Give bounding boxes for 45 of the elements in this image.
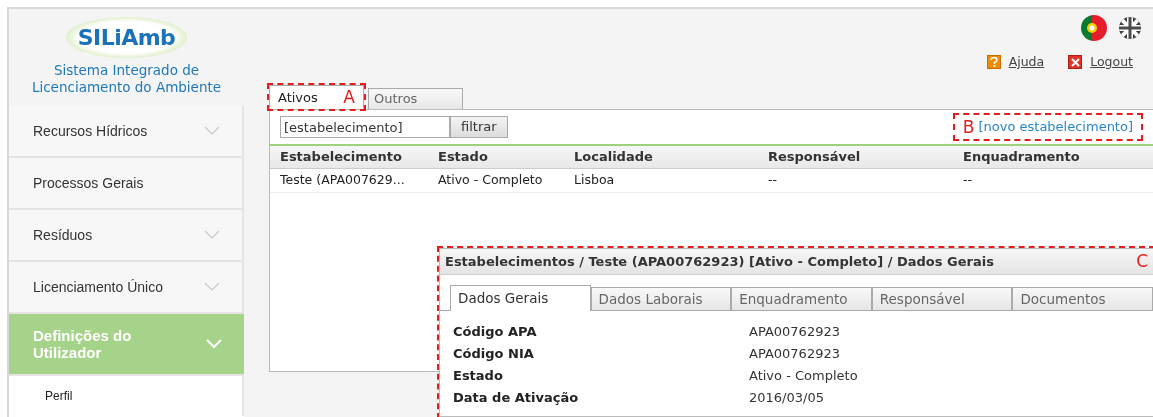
field-label: Código NIA	[453, 345, 535, 364]
tab[interactable]: Documentos	[1012, 287, 1153, 310]
tab[interactable]: Dados Laborais	[590, 287, 732, 310]
new-establishment-link[interactable]: [novo estabelecimento]	[978, 117, 1133, 137]
tab[interactable]: Enquadramento	[731, 287, 872, 310]
column-header: Responsável	[768, 148, 862, 167]
sidebar-item[interactable]: Processos Gerais	[9, 158, 244, 210]
table-cell-text: Ativo - Completo	[438, 171, 544, 190]
field-value: 2016/03/05	[749, 389, 825, 408]
annotation-label: A	[343, 89, 355, 106]
sidebar-item[interactable]: Licenciamento Único	[9, 262, 244, 314]
field-label: Data de Ativação	[453, 389, 580, 408]
tab[interactable]: Ativos A	[269, 85, 364, 109]
table-cell-text: Lisboa	[574, 171, 616, 190]
sidebar-item[interactable]: Resíduos	[9, 210, 244, 262]
annotation-label: B	[962, 118, 975, 136]
column-header: Localidade	[574, 148, 654, 167]
field-value: APA00762923	[749, 323, 841, 342]
portugal-flag-icon[interactable]	[1081, 15, 1107, 41]
field-label: Estado	[453, 367, 504, 386]
close-icon	[1068, 55, 1083, 70]
filter-button[interactable]: filtrar	[450, 116, 508, 138]
logo: SILiAmb	[65, 17, 188, 58]
help-icon	[986, 55, 1001, 70]
table-cell-text: --	[768, 171, 779, 190]
annotation-label: C	[1136, 253, 1148, 270]
field-label: Código APA	[453, 323, 538, 342]
tab[interactable]: Responsável	[871, 287, 1013, 310]
column-header: Estabelecimento	[280, 148, 403, 167]
column-header: Enquadramento	[963, 148, 1081, 167]
sidebar-item[interactable]: Recursos Hídricos	[9, 106, 244, 158]
sidebar-subitem[interactable]: Perfil	[9, 376, 244, 416]
column-header: Estado	[438, 148, 489, 167]
help-link[interactable]: Ajuda	[986, 53, 1045, 72]
tab[interactable]: Outros	[368, 88, 463, 109]
table-cell-text: Teste (APA007629...	[280, 171, 406, 190]
field-value: Ativo - Completo	[749, 367, 859, 386]
logout-link[interactable]: Logout	[1068, 53, 1133, 72]
logo-subtitle: Sistema Integrado de Licenciamento do Ambiente	[30, 62, 223, 96]
panel-title: Estabelecimentos / Teste (APA00762923) [Ativo - Completo] / Dados Gerais	[445, 252, 994, 271]
field-value: APA00762923	[749, 345, 841, 364]
table-cell-text: --	[963, 171, 974, 190]
search-field[interactable]: [estabelecimento]	[280, 116, 450, 138]
uk-flag-icon[interactable]	[1119, 17, 1141, 39]
tab[interactable]: Dados Gerais	[450, 285, 591, 311]
